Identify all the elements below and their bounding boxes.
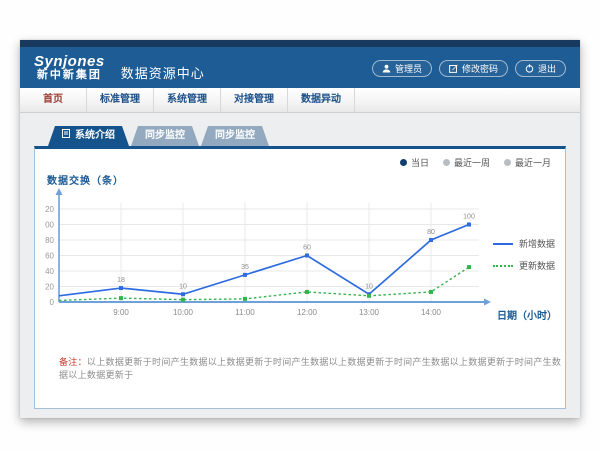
tab-system-intro[interactable]: 系统介绍 xyxy=(48,126,129,146)
svg-text:11:00: 11:00 xyxy=(235,308,255,317)
svg-text:18: 18 xyxy=(117,277,125,284)
svg-text:20: 20 xyxy=(45,283,54,292)
change-password-button-label: 修改密码 xyxy=(462,62,498,75)
power-icon xyxy=(525,64,534,73)
svg-text:35: 35 xyxy=(241,264,249,271)
main-nav: 首页 标准管理 系统管理 对接管理 数据异动 xyxy=(20,88,580,113)
svg-text:40: 40 xyxy=(45,267,54,276)
svg-text:9:00: 9:00 xyxy=(113,308,129,317)
radio-today[interactable]: 当日 xyxy=(400,156,429,169)
tab-label: 同步监控 xyxy=(145,126,185,146)
edit-icon xyxy=(449,64,458,73)
change-password-button[interactable]: 修改密码 xyxy=(439,60,508,77)
document-icon xyxy=(62,126,70,146)
legend-line-swatch xyxy=(493,243,513,245)
footnote-text: 以上数据更新于时间产生数据以上数据更新于时间产生数据以上数据更新于时间产生数据以… xyxy=(59,357,561,380)
radio-dot-icon xyxy=(400,159,407,166)
svg-text:10: 10 xyxy=(365,283,373,290)
legend-label: 新增数据 xyxy=(519,237,555,250)
svg-text:13:00: 13:00 xyxy=(359,308,380,317)
nav-item-system-mgmt[interactable]: 系统管理 xyxy=(154,88,221,112)
svg-text:100: 100 xyxy=(463,214,475,221)
svg-text:100: 100 xyxy=(45,221,55,230)
footnote: 备注：以上数据更新于时间产生数据以上数据更新于时间产生数据以上数据更新于时间产生… xyxy=(59,355,565,381)
svg-text:10:00: 10:00 xyxy=(173,308,194,317)
logo-wordmark: Synjones xyxy=(34,54,105,70)
tab-sync-monitor-1[interactable]: 同步监控 xyxy=(131,126,199,146)
chart-legend: 新增数据 更新数据 xyxy=(493,237,555,272)
radio-dot-icon xyxy=(504,159,511,166)
logo-company-name: 新中新集团 xyxy=(37,70,102,82)
time-range-filters: 当日 最近一周 最近一月 xyxy=(400,156,551,169)
radio-last-month[interactable]: 最近一月 xyxy=(504,156,551,169)
radio-last-week[interactable]: 最近一周 xyxy=(443,156,490,169)
user-button[interactable]: 管理员 xyxy=(372,60,432,77)
radio-label: 最近一周 xyxy=(454,156,490,169)
line-chart: 0 20 40 60 80 100 120 9:00 10:00 11:00 12:00 13:00 1… xyxy=(45,185,515,321)
company-logo: Synjones 新中新集团 xyxy=(34,54,105,81)
app-window: Synjones 新中新集团 数据资源中心 管理员 修改密码 退出 首页 标准管… xyxy=(20,40,580,418)
legend-item-update-data[interactable]: 更新数据 xyxy=(493,259,555,272)
user-icon xyxy=(382,64,391,73)
tab-sync-monitor-2[interactable]: 同步监控 xyxy=(201,126,269,146)
svg-text:0: 0 xyxy=(50,298,55,307)
svg-text:14:00: 14:00 xyxy=(421,308,442,317)
logout-button-label: 退出 xyxy=(538,62,556,75)
nav-item-home[interactable]: 首页 xyxy=(20,88,87,112)
user-actions: 管理员 修改密码 退出 xyxy=(372,60,566,77)
footnote-label: 备注 xyxy=(59,357,78,367)
app-header: Synjones 新中新集团 数据资源中心 管理员 修改密码 退出 xyxy=(20,40,580,88)
tab-label: 系统介绍 xyxy=(75,126,115,146)
svg-text:80: 80 xyxy=(427,229,435,236)
nav-item-interface-mgmt[interactable]: 对接管理 xyxy=(221,88,288,112)
radio-label: 最近一月 xyxy=(515,156,551,169)
tab-bar: 系统介绍 同步监控 同步监控 xyxy=(48,126,580,146)
user-button-label: 管理员 xyxy=(395,62,422,75)
legend-item-new-data[interactable]: 新增数据 xyxy=(493,237,555,250)
svg-text:10: 10 xyxy=(179,283,187,290)
tab-label: 同步监控 xyxy=(215,126,255,146)
svg-text:12:00: 12:00 xyxy=(297,308,318,317)
svg-text:60: 60 xyxy=(303,245,311,252)
page-title: 数据资源中心 xyxy=(121,63,205,82)
svg-text:80: 80 xyxy=(45,236,54,245)
nav-item-data-change[interactable]: 数据异动 xyxy=(288,88,355,112)
footnote-separator: ： xyxy=(78,357,87,367)
svg-text:60: 60 xyxy=(45,252,54,261)
radio-dot-icon xyxy=(443,159,450,166)
svg-text:120: 120 xyxy=(45,205,55,214)
x-axis-label: 日期（小时） xyxy=(497,307,557,322)
legend-line-swatch xyxy=(493,265,513,267)
nav-item-standard-mgmt[interactable]: 标准管理 xyxy=(87,88,154,112)
chart-card: 当日 最近一周 最近一月 数据交换（条） 0204060801001209:00… xyxy=(34,146,566,409)
radio-label: 当日 xyxy=(411,156,429,169)
legend-label: 更新数据 xyxy=(519,259,555,272)
logout-button[interactable]: 退出 xyxy=(515,60,566,77)
